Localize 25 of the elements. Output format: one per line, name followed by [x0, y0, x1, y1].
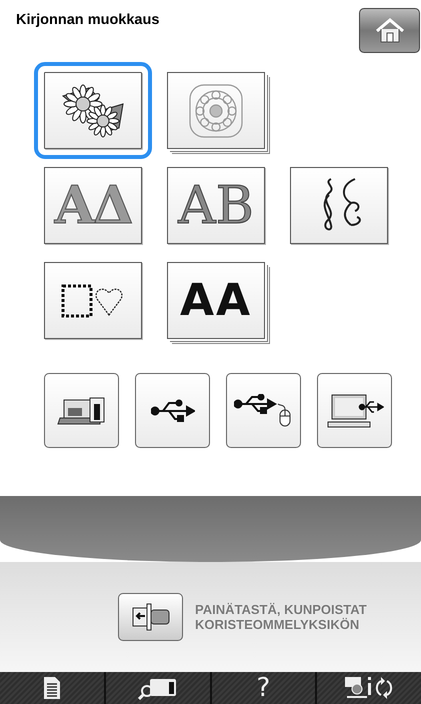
home-icon	[374, 18, 406, 44]
embroidery-unit-button[interactable]	[118, 593, 183, 641]
usb-mouse-icon	[234, 394, 294, 428]
letters-sample: AB	[178, 176, 254, 236]
letters-sample: AA	[180, 275, 252, 326]
source-button[interactable]	[44, 373, 119, 448]
category-button[interactable]	[44, 262, 142, 339]
computer-usb-icon	[326, 392, 384, 428]
source-button[interactable]	[226, 373, 301, 448]
toolbar-button[interactable]	[317, 672, 421, 704]
source-button[interactable]	[135, 373, 210, 448]
embroidery-unit-icon	[130, 602, 170, 632]
toolbar-button[interactable]: ?	[212, 672, 316, 704]
screen-title: Kirjonnan muokkaus	[16, 12, 160, 30]
source-button[interactable]	[317, 373, 392, 448]
notice-text: KORISTEOMMELYKSIKÖN	[195, 617, 360, 632]
sewing-machine-magnifier-icon	[138, 676, 178, 700]
document-icon	[42, 676, 61, 700]
usb-icon	[150, 398, 194, 422]
home-button[interactable]	[359, 8, 420, 53]
toolbar-button[interactable]	[0, 672, 104, 704]
category-button[interactable]	[290, 167, 388, 244]
toolbar-button[interactable]	[106, 672, 210, 704]
letters-sample: AΔ	[54, 175, 132, 236]
notice-text: PAINÄTASTÄ, KUNPOISTAT	[195, 602, 367, 617]
